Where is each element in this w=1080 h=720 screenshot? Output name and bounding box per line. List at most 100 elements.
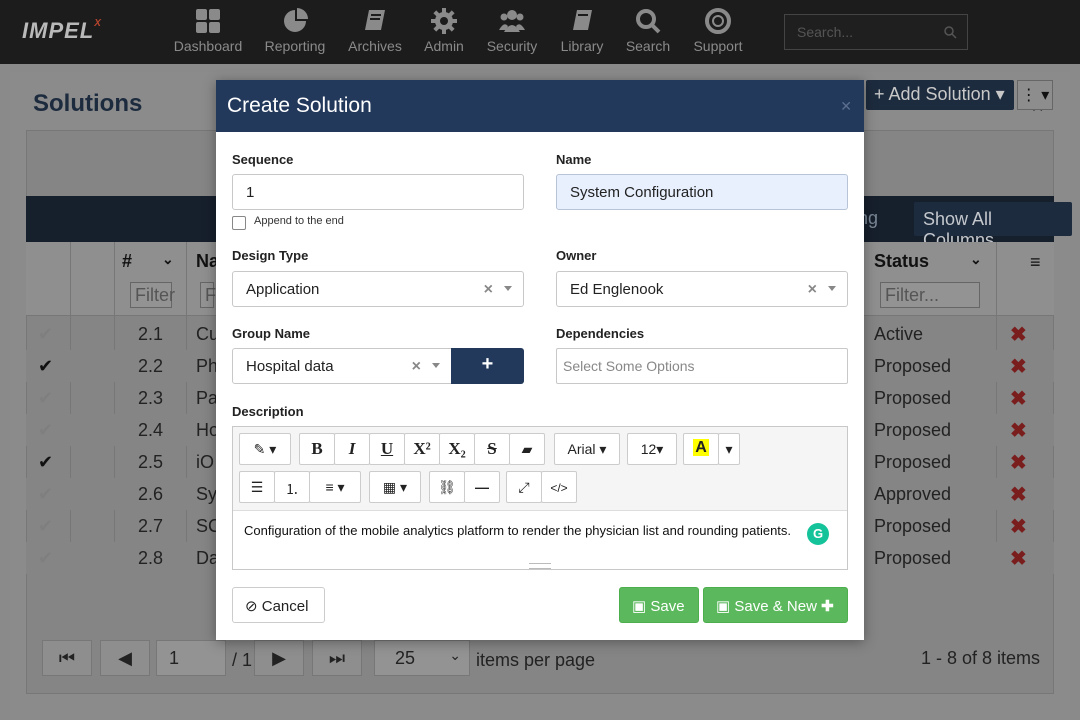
eraser-icon[interactable]: ▰ xyxy=(509,433,545,465)
save-and-new-button[interactable]: ▣ Save & New ✚ xyxy=(703,587,848,623)
floppy-icon: ▣ xyxy=(632,598,647,615)
bullet-list-icon[interactable]: ☰ xyxy=(239,471,275,503)
prev-page-button[interactable]: ◀ xyxy=(100,640,150,676)
search-icon xyxy=(944,26,957,39)
append-to-end-checkbox[interactable] xyxy=(232,216,246,230)
more-options-button[interactable]: ⋮ ▾ xyxy=(1017,80,1053,110)
delete-icon[interactable]: ✖ xyxy=(1010,482,1027,507)
check-icon[interactable]: ✔ xyxy=(38,452,53,473)
page-size-select[interactable]: 25 ⌄ xyxy=(374,640,470,676)
create-solution-dialog: Create Solution ✕ Sequence 1 Append to t… xyxy=(216,80,864,640)
dependencies-multiselect[interactable]: Select Some Options xyxy=(556,348,848,384)
link-icon[interactable]: ⛓ xyxy=(429,471,465,503)
last-page-button[interactable]: ⏭ xyxy=(312,640,362,676)
pie-chart-icon xyxy=(255,8,335,36)
nav-security[interactable]: Security xyxy=(472,8,552,58)
chevron-down-icon[interactable]: ⌄ xyxy=(970,251,982,268)
chevron-down-icon: ⌄ xyxy=(449,647,461,663)
nav-search[interactable]: Search xyxy=(608,8,688,58)
column-header-status[interactable]: Status xyxy=(874,251,929,272)
nav-archives[interactable]: Archives xyxy=(335,8,415,58)
add-group-button[interactable]: + xyxy=(451,348,524,384)
owner-select[interactable]: Ed Englenook × xyxy=(556,271,848,307)
check-icon[interactable]: ✔ xyxy=(38,516,53,537)
italic-icon[interactable]: I xyxy=(334,433,370,465)
filter-number-input[interactable]: Filter xyxy=(130,282,175,308)
row-number: 2.8 xyxy=(138,548,164,568)
page-number-input[interactable]: 1 xyxy=(156,640,226,676)
sequence-input[interactable]: 1 xyxy=(232,174,524,210)
nav-support[interactable]: Support xyxy=(678,8,758,58)
delete-icon[interactable]: ✖ xyxy=(1010,386,1027,411)
dashboard-icon xyxy=(168,8,248,36)
nav-reporting[interactable]: Reporting xyxy=(255,8,335,58)
clear-icon[interactable]: × xyxy=(484,281,493,299)
delete-icon[interactable]: ✖ xyxy=(1010,546,1027,571)
underline-icon[interactable]: U xyxy=(369,433,405,465)
nav-dashboard[interactable]: Dashboard xyxy=(168,8,248,58)
delete-icon[interactable]: ✖ xyxy=(1010,514,1027,539)
check-icon[interactable]: ✔ xyxy=(38,388,53,409)
row-number: 2.7 xyxy=(138,516,164,536)
first-page-button[interactable]: ⏮ xyxy=(42,640,92,676)
table-icon[interactable]: ▦ ▾ xyxy=(369,471,421,503)
group-name-select[interactable]: Hospital data × xyxy=(232,348,452,384)
users-icon xyxy=(472,8,552,36)
code-view-icon[interactable]: </> xyxy=(541,471,577,503)
numbered-list-icon[interactable]: ⒈ xyxy=(274,471,310,503)
impel-logo[interactable]: IMPELX xyxy=(22,18,102,44)
horizontal-rule-icon[interactable]: — xyxy=(464,471,500,503)
chevron-down-icon[interactable]: ⌄ xyxy=(162,251,174,268)
caret-down-icon xyxy=(432,363,440,368)
floppy-icon: ▣ xyxy=(716,598,731,615)
filter-name-input[interactable]: Fi xyxy=(200,282,220,308)
row-number: 2.6 xyxy=(138,484,164,504)
subscript-icon[interactable]: X₂ xyxy=(439,433,475,465)
filter-status-input[interactable]: Filter... xyxy=(880,282,980,308)
close-icon[interactable]: ✕ xyxy=(840,98,852,115)
check-icon[interactable]: ✔ xyxy=(38,548,53,569)
show-all-columns-button[interactable]: Show All Columns xyxy=(914,202,1072,250)
check-icon[interactable]: ✔ xyxy=(38,356,53,377)
align-icon[interactable]: ≡ ▾ xyxy=(309,471,361,503)
font-family-select[interactable]: Arial ▾ xyxy=(554,433,620,465)
clear-icon[interactable]: × xyxy=(808,281,817,299)
text-color-icon[interactable]: A xyxy=(683,433,719,465)
column-header-number[interactable]: # xyxy=(122,251,132,272)
add-solution-button[interactable]: + Add Solution ▾ xyxy=(866,80,1014,110)
bold-icon[interactable]: B xyxy=(299,433,335,465)
column-menu-icon[interactable]: ≡ xyxy=(1030,252,1041,273)
cancel-button[interactable]: ⊘ Cancel xyxy=(232,587,325,623)
description-editor: ✎ ▾ B I U X² X₂ S ▰ Arial ▾ 12▾ A ▾ ☰ ⒈ … xyxy=(232,426,848,570)
append-to-end-label: Append to the end xyxy=(254,215,344,227)
save-button[interactable]: ▣ Save xyxy=(619,587,699,623)
name-input[interactable]: System Configuration xyxy=(556,174,848,210)
owner-label: Owner xyxy=(556,248,597,263)
strikethrough-icon[interactable]: S xyxy=(474,433,510,465)
check-icon[interactable]: ✔ xyxy=(38,324,53,345)
delete-icon[interactable]: ✖ xyxy=(1010,418,1027,443)
check-icon[interactable]: ✔ xyxy=(38,420,53,441)
font-size-select[interactable]: 12▾ xyxy=(627,433,677,465)
ban-icon: ⊘ xyxy=(245,598,258,615)
search-icon xyxy=(608,8,688,36)
row-name: Sy xyxy=(196,484,218,504)
check-icon[interactable]: ✔ xyxy=(38,484,53,505)
superscript-icon[interactable]: X² xyxy=(404,433,440,465)
resize-handle[interactable] xyxy=(529,563,551,569)
delete-icon[interactable]: ✖ xyxy=(1010,450,1027,475)
delete-icon[interactable]: ✖ xyxy=(1010,322,1027,347)
grammarly-icon[interactable]: G xyxy=(807,523,829,545)
design-type-select[interactable]: Application × xyxy=(232,271,524,307)
next-page-button[interactable]: ▶ xyxy=(254,640,304,676)
description-label: Description xyxy=(232,404,304,419)
plus-icon: ✚ xyxy=(821,598,834,615)
caret-down-icon[interactable]: ▾ xyxy=(718,433,740,465)
delete-icon[interactable]: ✖ xyxy=(1010,354,1027,379)
magic-wand-icon[interactable]: ✎ ▾ xyxy=(239,433,291,465)
fullscreen-icon[interactable]: ⤢ xyxy=(506,471,542,503)
description-text[interactable]: Configuration of the mobile analytics pl… xyxy=(244,523,791,538)
clear-icon[interactable]: × xyxy=(412,358,421,376)
global-search-input[interactable]: Search... xyxy=(784,14,968,50)
row-number: 2.3 xyxy=(138,388,164,408)
